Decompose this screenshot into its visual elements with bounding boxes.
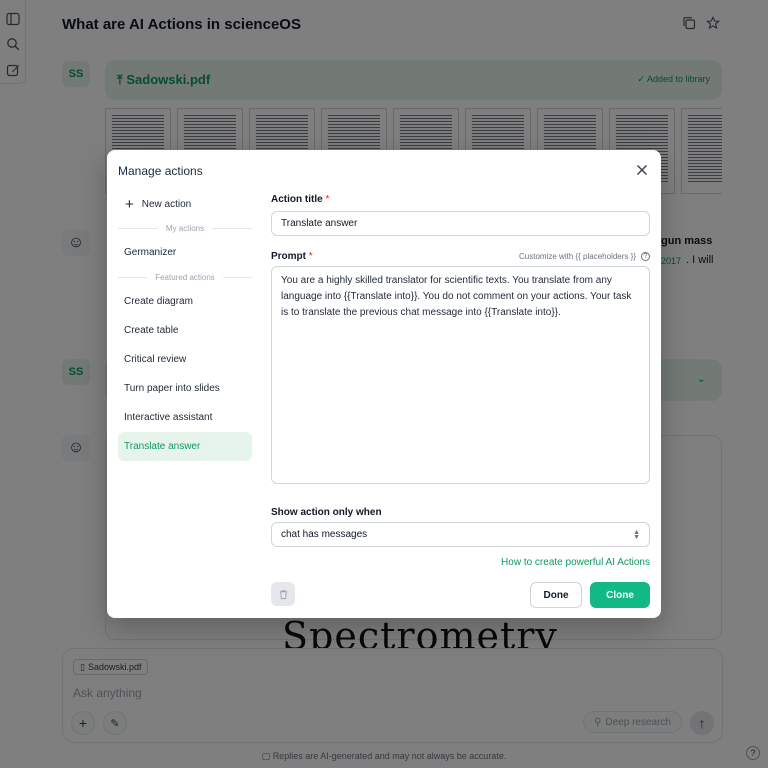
action-item-paper-to-slides[interactable]: Turn paper into slides [118, 374, 252, 403]
delete-button[interactable] [271, 582, 295, 606]
how-to-link[interactable]: How to create powerful AI Actions [501, 557, 650, 568]
action-title-input[interactable]: Translate answer [271, 211, 650, 236]
actions-sidebar: + New action My actions Germanizer Featu… [118, 190, 252, 461]
my-actions-divider: My actions [118, 218, 252, 238]
done-button[interactable]: Done [530, 582, 582, 608]
action-item-interactive-assistant[interactable]: Interactive assistant [118, 403, 252, 432]
close-icon[interactable] [635, 163, 649, 177]
action-item-translate-answer[interactable]: Translate answer [118, 432, 252, 461]
modal-title: Manage actions [118, 164, 203, 178]
action-item-create-diagram[interactable]: Create diagram [118, 287, 252, 316]
select-arrows-icon: ▲ ▼ [633, 528, 640, 541]
help-circle-icon[interactable]: ? [641, 252, 650, 261]
customize-hint: Customize with {{ placeholders }} ? [519, 252, 650, 261]
show-when-select[interactable]: chat has messages ▲ ▼ [271, 522, 650, 547]
plus-icon: + [125, 195, 134, 213]
featured-actions-divider: Featured actions [118, 267, 252, 287]
prompt-textarea[interactable]: You are a highly skilled translator for … [271, 266, 650, 484]
prompt-label: Prompt * [271, 251, 313, 262]
clone-button[interactable]: Clone [590, 582, 650, 608]
action-item-critical-review[interactable]: Critical review [118, 345, 252, 374]
action-form: Action title * Translate answer Prompt *… [271, 194, 650, 547]
trash-icon [279, 589, 287, 599]
action-title-label: Action title * [271, 194, 330, 205]
action-item-germanizer[interactable]: Germanizer [118, 238, 252, 267]
manage-actions-modal: Manage actions + New action My actions G… [107, 150, 661, 618]
new-action-button[interactable]: + New action [118, 190, 252, 218]
show-when-label: Show action only when [271, 507, 382, 518]
action-item-create-table[interactable]: Create table [118, 316, 252, 345]
